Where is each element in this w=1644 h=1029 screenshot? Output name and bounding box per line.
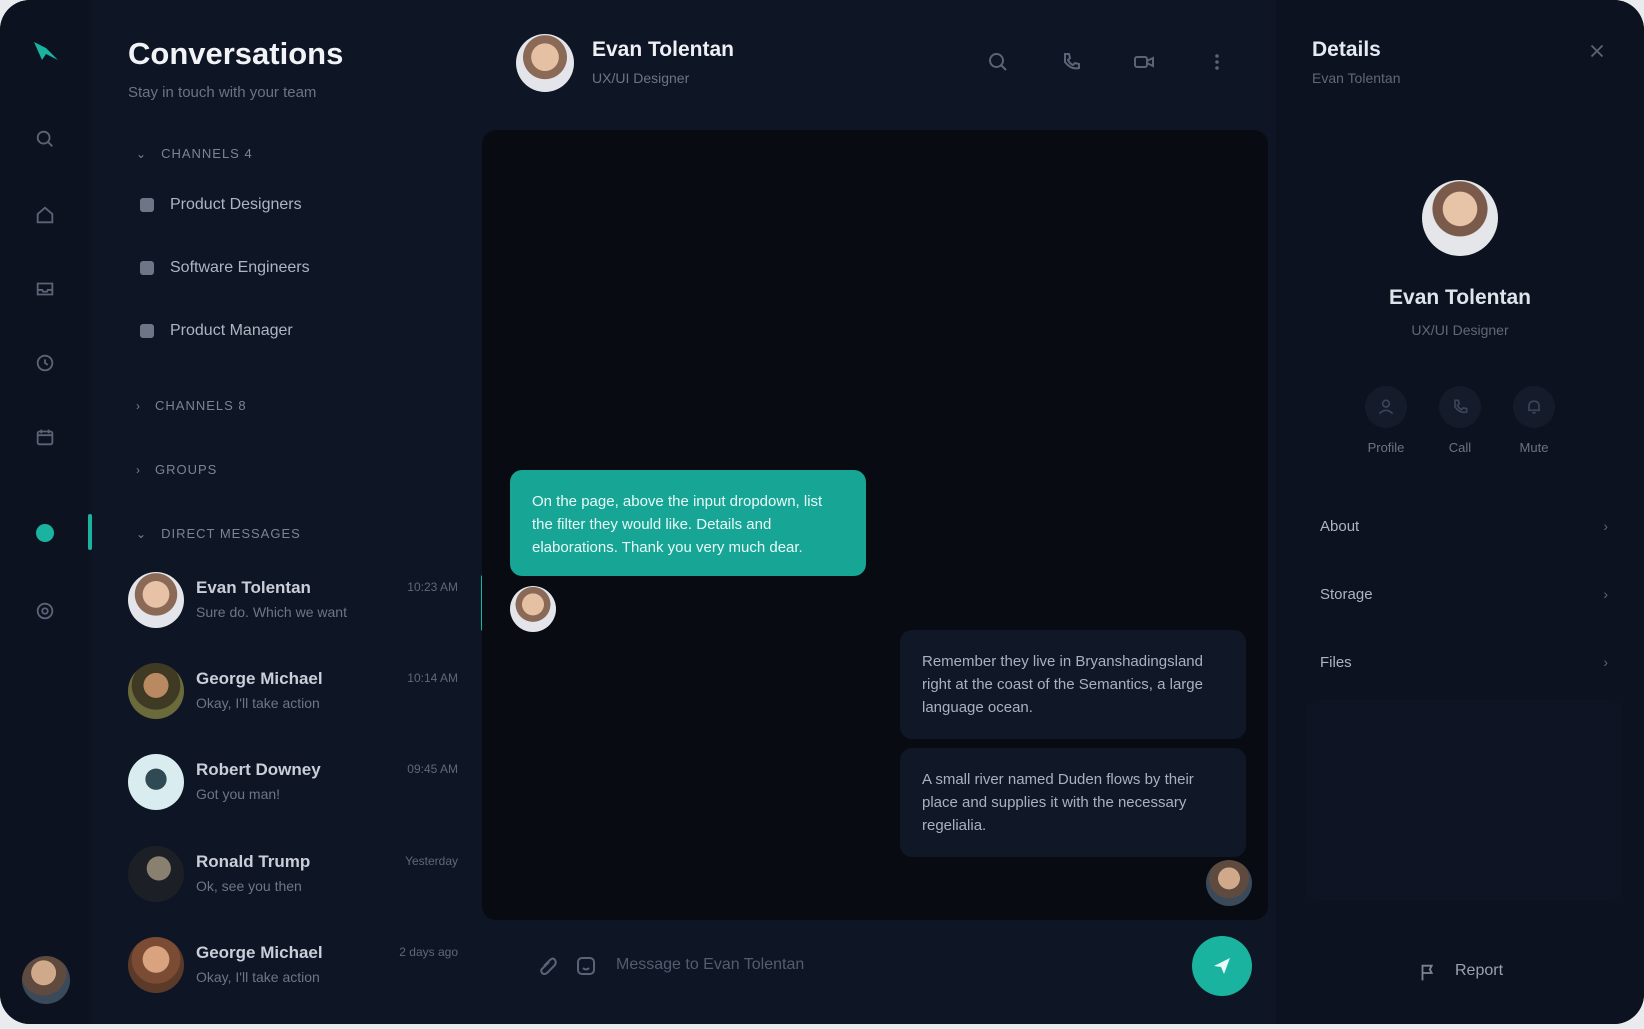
message-input[interactable]: Message to Evan Tolentan — [616, 956, 804, 974]
chevron-right-icon: › — [136, 398, 141, 413]
avatar — [128, 846, 184, 902]
dm-item[interactable]: Robert Downey Got you man! 09:45 AM — [128, 754, 458, 824]
app-logo-icon[interactable] — [28, 36, 64, 72]
avatar — [128, 754, 184, 810]
attach-icon[interactable] — [536, 954, 560, 978]
profile-name: Evan Tolentan — [1389, 286, 1531, 309]
settings-icon[interactable] — [26, 592, 64, 630]
details-panel: Details Evan Tolentan Evan Tolentan UX/U… — [1276, 0, 1644, 1024]
chat-panel: Evan Tolentan UX/UI Designer On the page… — [482, 0, 1276, 1024]
channel-icon — [140, 324, 154, 338]
home-icon[interactable] — [26, 196, 64, 234]
current-user-avatar[interactable] — [22, 956, 70, 1004]
dm-item[interactable]: Ronald Trump Ok, see you then Yesterday — [128, 846, 458, 916]
message-bubble-outgoing: On the page, above the input dropdown, l… — [510, 470, 866, 576]
details-title: Details — [1312, 38, 1381, 61]
quick-action-mute[interactable]: Mute — [1507, 386, 1561, 455]
channel-icon — [140, 261, 154, 275]
contact-avatar[interactable] — [516, 34, 574, 92]
search-icon[interactable] — [984, 48, 1012, 76]
video-icon[interactable] — [1130, 48, 1158, 76]
message-avatar — [1206, 860, 1252, 906]
group-channels-4[interactable]: ⌄ CHANNELS 4 — [136, 146, 253, 161]
channel-item[interactable]: Product Manager — [140, 322, 293, 340]
group-channels-8[interactable]: › CHANNELS 8 — [136, 398, 247, 413]
section-about[interactable]: About › — [1306, 498, 1622, 554]
inbox-icon[interactable] — [26, 270, 64, 308]
contact-role: UX/UI Designer — [592, 70, 690, 86]
message-bubble-incoming: A small river named Duden flows by their… — [900, 748, 1246, 857]
contact-name: Evan Tolentan — [592, 38, 734, 61]
chevron-right-icon: › — [1603, 518, 1608, 534]
quick-action-profile[interactable]: Profile — [1359, 386, 1413, 455]
avatar — [128, 937, 184, 993]
message-bubble-incoming: Remember they live in Bryanshadingsland … — [900, 630, 1246, 739]
dm-item[interactable]: George Michael Okay, I'll take action 2 … — [128, 937, 458, 1007]
dm-item[interactable]: George Michael Okay, I'll take action 10… — [128, 663, 458, 733]
close-icon[interactable] — [1586, 40, 1608, 62]
chevron-right-icon: › — [136, 462, 141, 477]
send-button[interactable] — [1192, 936, 1252, 996]
chevron-down-icon: ⌄ — [136, 526, 148, 541]
profile-avatar — [1422, 180, 1498, 256]
avatar — [128, 663, 184, 719]
chat-icon[interactable] — [26, 514, 64, 552]
bell-icon — [1513, 386, 1555, 428]
chevron-right-icon: › — [1603, 586, 1608, 602]
message-avatar — [510, 586, 556, 632]
chevron-right-icon: › — [1603, 654, 1608, 670]
emoji-icon[interactable] — [574, 954, 598, 978]
clock-icon[interactable] — [26, 344, 64, 382]
group-direct-messages[interactable]: ⌄ DIRECT MESSAGES — [136, 526, 301, 541]
dm-item[interactable]: Evan Tolentan Sure do. Which we want 10:… — [128, 572, 458, 642]
flag-icon — [1421, 964, 1434, 981]
chevron-down-icon: ⌄ — [136, 146, 148, 161]
icon-rail — [0, 0, 92, 1024]
channel-item[interactable]: Product Designers — [140, 196, 302, 214]
channel-icon — [140, 198, 154, 212]
channel-item[interactable]: Software Engineers — [140, 259, 310, 277]
send-icon — [1214, 958, 1230, 974]
conversations-subtitle: Stay in touch with your team — [128, 84, 317, 101]
section-storage[interactable]: Storage › — [1306, 566, 1622, 622]
conversation-list-panel: Conversations Stay in touch with your te… — [92, 0, 485, 1024]
more-vertical-icon[interactable] — [1203, 48, 1231, 76]
details-subtitle: Evan Tolentan — [1312, 70, 1401, 86]
conversations-title: Conversations — [128, 36, 344, 71]
calendar-icon[interactable] — [26, 418, 64, 456]
chat-header: Evan Tolentan UX/UI Designer — [482, 0, 1276, 124]
app-window: Conversations Stay in touch with your te… — [0, 0, 1644, 1024]
user-icon — [1365, 386, 1407, 428]
avatar — [128, 572, 184, 628]
phone-icon — [1439, 386, 1481, 428]
active-indicator-dot — [36, 524, 54, 542]
message-area: On the page, above the input dropdown, l… — [482, 130, 1268, 920]
quick-action-call[interactable]: Call — [1433, 386, 1487, 455]
details-content-area — [1306, 700, 1622, 900]
group-groups[interactable]: › GROUPS — [136, 462, 217, 477]
phone-icon[interactable] — [1057, 48, 1085, 76]
message-composer: Message to Evan Tolentan — [512, 932, 1252, 1000]
search-icon[interactable] — [26, 120, 64, 158]
profile-role: UX/UI Designer — [1411, 322, 1509, 338]
report-button[interactable]: Report — [1276, 962, 1644, 984]
section-files[interactable]: Files › — [1306, 634, 1622, 690]
